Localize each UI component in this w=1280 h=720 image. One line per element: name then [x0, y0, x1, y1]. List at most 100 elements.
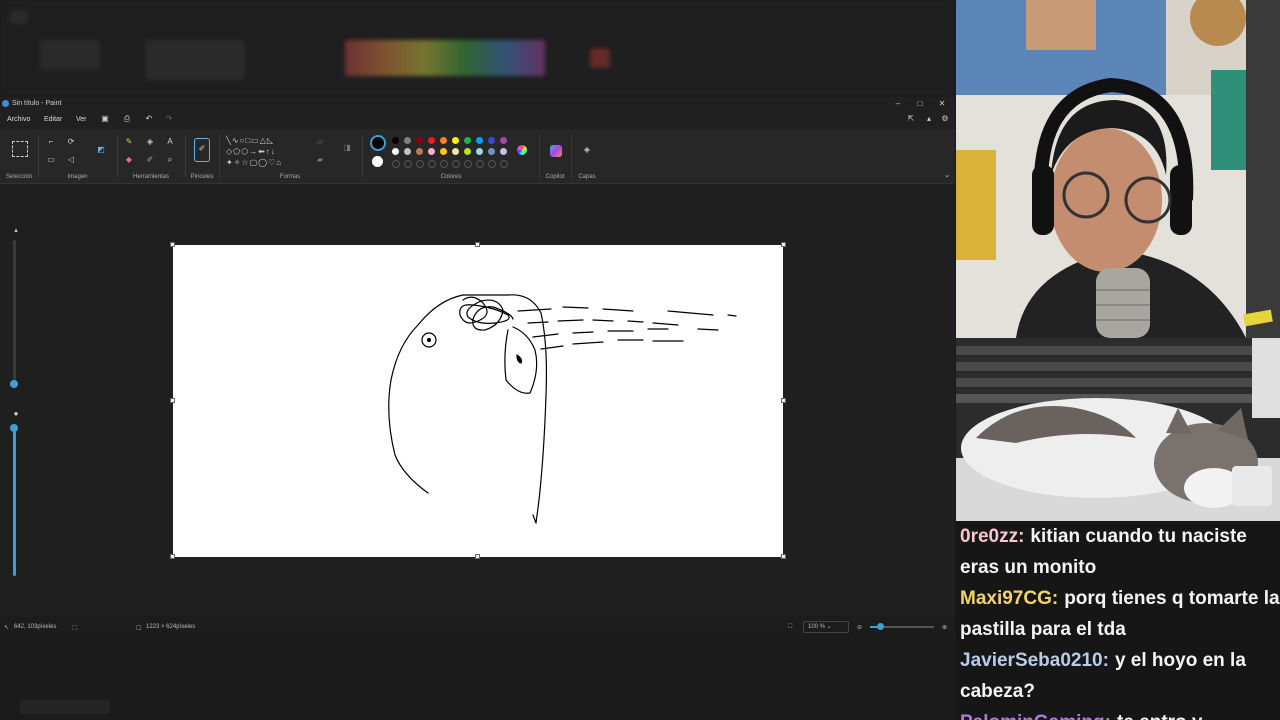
empty-color-slot[interactable]	[476, 160, 484, 168]
save-icon[interactable]: ▣	[100, 114, 110, 124]
image-generator-icon[interactable]: ◩	[96, 145, 106, 155]
minimize-button[interactable]: –	[892, 98, 904, 110]
pencil-icon[interactable]: ✎	[124, 137, 134, 147]
fit-window-icon[interactable]: ⛶	[788, 624, 792, 631]
fill-icon[interactable]: ◈	[145, 137, 155, 147]
color-swatch[interactable]	[428, 137, 435, 144]
drawing-canvas[interactable]	[173, 245, 783, 557]
text-icon[interactable]: A	[165, 137, 175, 147]
canvas-handle-tl[interactable]	[170, 242, 175, 247]
copilot-icon[interactable]	[550, 145, 562, 157]
color-swatch[interactable]	[488, 137, 495, 144]
empty-color-slot[interactable]	[416, 160, 424, 168]
ribbon: Selección ⌐ ⟳ ▭ ◁ ◩ Imagen ✎ ◈ A ◆ ✐ ⌕ H…	[0, 129, 955, 184]
zoom-slider-thumb[interactable]	[877, 623, 884, 630]
color-swatch[interactable]	[452, 137, 459, 144]
brush-size-thumb[interactable]	[10, 380, 18, 388]
zoom-in-icon[interactable]: ⊕	[942, 624, 947, 631]
blurred-background-toolbar	[0, 0, 955, 96]
group-formas: ╲∿○□▭△◺ ◇⬠⬡→⬅↑↓ ✦✧☆▢◯♡⌂ ▱ ▰ ◨ Formas	[220, 129, 360, 183]
chat-username[interactable]: PalominGaming:	[960, 712, 1111, 720]
color-swatch[interactable]	[500, 137, 507, 144]
crop-icon[interactable]: ⌐	[46, 137, 56, 147]
canvas-handle-bc[interactable]	[475, 554, 480, 559]
layers-icon[interactable]: ◈	[582, 145, 592, 155]
eraser-icon[interactable]: ◆	[124, 155, 134, 165]
empty-color-slot[interactable]	[464, 160, 472, 168]
empty-color-slot[interactable]	[404, 160, 412, 168]
maximize-button[interactable]: □	[914, 98, 926, 110]
zoom-dropdown[interactable]: 100 % ⌄	[803, 621, 849, 633]
menu-ver[interactable]: Ver	[76, 116, 87, 123]
zoom-out-icon[interactable]: ⊖	[857, 624, 862, 631]
group-capas: ◈ Capas	[572, 129, 602, 183]
account-icon[interactable]: ▴	[924, 114, 934, 124]
chat-username[interactable]: Maxi97CG:	[960, 588, 1058, 609]
select-rectangle-icon[interactable]	[12, 141, 28, 157]
window-title: Sin título - Paint	[12, 100, 62, 107]
empty-color-slot[interactable]	[500, 160, 508, 168]
share-icon[interactable]: ⇱	[906, 114, 916, 124]
canvas-size-icon: ▢	[136, 625, 142, 631]
shapes-gallery-icon[interactable]: ╲∿○□▭△◺ ◇⬠⬡→⬅↑↓ ✦✧☆▢◯♡⌂	[226, 135, 306, 171]
brush-size-icon: ▴	[14, 227, 18, 234]
color-swatch[interactable]	[488, 148, 495, 155]
empty-color-slot[interactable]	[428, 160, 436, 168]
color-picker-icon[interactable]: ✐	[145, 155, 155, 165]
color-swatch[interactable]	[416, 148, 423, 155]
chat-username[interactable]: JavierSeba0210:	[960, 650, 1109, 671]
color-swatch[interactable]	[404, 137, 411, 144]
canvas-handle-tr[interactable]	[781, 242, 786, 247]
motion-dash-stroke-1	[517, 306, 737, 317]
color-swatch[interactable]	[476, 148, 483, 155]
canvas-handle-mr[interactable]	[781, 398, 786, 403]
undo-icon[interactable]: ↶	[144, 114, 154, 124]
color-swatch[interactable]	[428, 148, 435, 155]
color-swatch[interactable]	[476, 137, 483, 144]
menu-editar[interactable]: Editar	[44, 116, 62, 123]
canvas-handle-bl[interactable]	[170, 554, 175, 559]
chat-text: te entro y	[1117, 712, 1203, 720]
color-swatch[interactable]	[464, 148, 471, 155]
settings-icon[interactable]: ⚙	[940, 114, 950, 124]
chat-username[interactable]: 0re0zz:	[960, 526, 1024, 547]
ribbon-expand-icon[interactable]: ⌄	[942, 171, 952, 181]
color-swatch[interactable]	[440, 137, 447, 144]
flip-icon[interactable]: ◁	[66, 155, 76, 165]
shape-outline-icon[interactable]: ▱	[315, 137, 325, 147]
redo-icon[interactable]: ↷	[164, 114, 174, 124]
menu-archivo[interactable]: Archivo	[7, 116, 30, 123]
canvas-handle-tc[interactable]	[475, 242, 480, 247]
magnifier-icon[interactable]: ⌕	[165, 155, 175, 165]
shape-style-icon[interactable]: ◨	[342, 143, 352, 153]
color-swatch[interactable]	[392, 148, 399, 155]
empty-color-slot[interactable]	[452, 160, 460, 168]
color-swatch[interactable]	[440, 148, 447, 155]
shape-fill-icon[interactable]: ▰	[315, 155, 325, 165]
close-button[interactable]: ✕	[936, 98, 948, 110]
paint-app-icon	[2, 100, 9, 107]
edit-colors-icon[interactable]	[517, 145, 527, 155]
secondary-color-icon[interactable]	[372, 156, 383, 167]
status-bar: ↖ 642, 103píxeles ⬚ ▢ 1223 × 624píxeles …	[0, 619, 955, 635]
color-swatch[interactable]	[500, 148, 507, 155]
empty-color-slot[interactable]	[440, 160, 448, 168]
canvas-handle-br[interactable]	[781, 554, 786, 559]
brush-icon[interactable]: ✐	[194, 138, 210, 162]
color-swatch[interactable]	[392, 137, 399, 144]
rotate-icon[interactable]: ⟳	[66, 137, 76, 147]
brush-size-slider[interactable]	[13, 240, 16, 385]
chat-message: Maxi97CG: porq tienes q tomarte la pastil…	[956, 583, 1280, 645]
opacity-thumb[interactable]	[10, 424, 18, 432]
color-swatch[interactable]	[404, 148, 411, 155]
opacity-slider[interactable]	[13, 428, 16, 576]
color-swatch[interactable]	[452, 148, 459, 155]
resize-icon[interactable]: ▭	[46, 155, 56, 165]
canvas-handle-ml[interactable]	[170, 398, 175, 403]
print-icon[interactable]: ⎙	[122, 114, 132, 124]
primary-color-icon[interactable]	[370, 135, 386, 151]
color-swatch[interactable]	[464, 137, 471, 144]
empty-color-slot[interactable]	[392, 160, 400, 168]
empty-color-slot[interactable]	[488, 160, 496, 168]
color-swatch[interactable]	[416, 137, 423, 144]
